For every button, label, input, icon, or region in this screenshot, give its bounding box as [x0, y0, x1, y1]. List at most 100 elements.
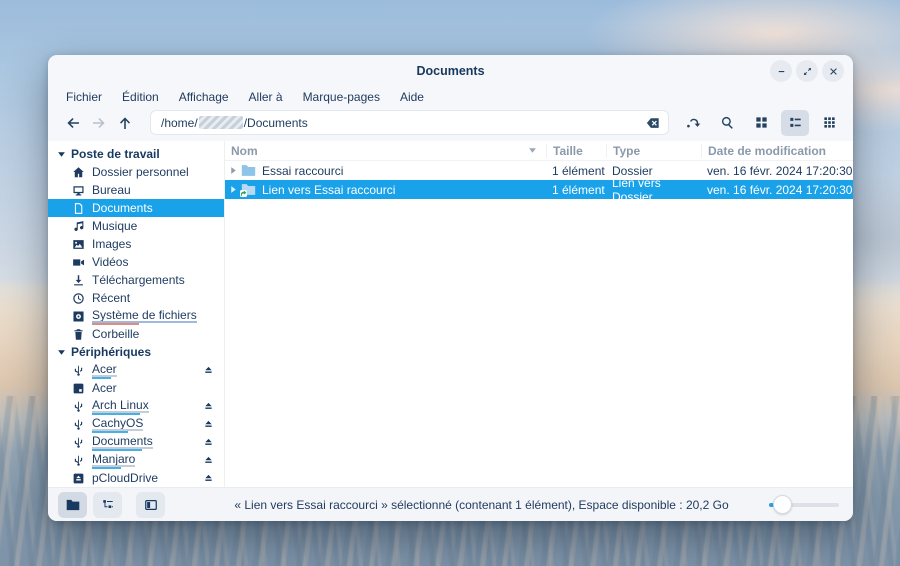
column-header-date[interactable]: Date de modification: [701, 144, 853, 158]
directory-tree-button[interactable]: [93, 492, 122, 518]
goto-icon[interactable]: [679, 110, 707, 136]
menu-marquepages[interactable]: Marque-pages: [294, 88, 389, 106]
column-header-type[interactable]: Type: [606, 144, 701, 158]
sidebar-item-bureau[interactable]: Bureau: [48, 181, 224, 199]
file-manager-window: Documents FichierÉditionAffichageAller à…: [48, 55, 853, 521]
sidebar-item-images[interactable]: Images: [48, 235, 224, 253]
eject-icon[interactable]: [203, 365, 214, 376]
titlebar[interactable]: Documents: [48, 55, 853, 86]
column-header-name[interactable]: Nom: [225, 144, 546, 158]
sidebar-item-documents[interactable]: Documents: [48, 199, 224, 217]
zoom-slider[interactable]: [769, 495, 839, 515]
sidebar-item-label: Bureau: [92, 184, 131, 196]
up-arrow-icon[interactable]: [112, 111, 138, 135]
redacted-username: [199, 116, 243, 129]
eject-icon[interactable]: [203, 419, 214, 430]
file-date: ven. 16 févr. 2024 17:20:30: [701, 183, 853, 197]
forward-arrow-icon[interactable]: [86, 111, 112, 135]
sidebar-item-label: Téléchargements: [92, 274, 185, 286]
menu-affichage[interactable]: Affichage: [170, 88, 238, 106]
menu-fichier[interactable]: Fichier: [57, 88, 111, 106]
folder-icon: [241, 164, 256, 177]
sidebar-item-systeme-de-fichiers[interactable]: Système de fichiers: [48, 307, 224, 325]
sidebar-section-label: Périphériques: [71, 345, 151, 359]
minimize-button[interactable]: [770, 60, 792, 82]
clear-path-button[interactable]: [645, 116, 661, 130]
sidebar-item-arch-linux[interactable]: Arch Linux: [48, 397, 224, 415]
usb-icon: [72, 436, 85, 449]
sidebar-item-videos[interactable]: Vidéos: [48, 253, 224, 271]
sidebar-item-corbeille[interactable]: Corbeille: [48, 325, 224, 343]
file-row[interactable]: Lien vers Essai raccourci1 élémentLien v…: [225, 180, 853, 199]
expander-icon[interactable]: [225, 166, 241, 175]
sidebar-item-acer[interactable]: Acer: [48, 361, 224, 379]
eject-icon[interactable]: [203, 473, 214, 484]
sort-descending-icon: [528, 146, 537, 155]
sidebar-item-telechargements[interactable]: Téléchargements: [48, 271, 224, 289]
disk-usage-bar: [92, 447, 153, 449]
sidebar-item-recent[interactable]: Récent: [48, 289, 224, 307]
sidebar-item-acer[interactable]: Acer: [48, 379, 224, 397]
sidebar-section-header[interactable]: Poste de travail: [48, 145, 224, 163]
maximize-button[interactable]: [796, 60, 818, 82]
usb-icon: [72, 418, 85, 431]
column-header-size[interactable]: Taille: [546, 144, 606, 158]
eject-icon[interactable]: [203, 455, 214, 466]
file-size: 1 élément: [546, 183, 606, 197]
side-pane-toggle-button[interactable]: [136, 492, 165, 518]
file-row[interactable]: Essai raccourci1 élémentDossierven. 16 f…: [225, 161, 853, 180]
zoom-slider-handle[interactable]: [773, 495, 792, 514]
column-headers: Nom Taille Type Date de modification: [225, 141, 853, 161]
menu-aller-a[interactable]: Aller à: [240, 88, 292, 106]
eject-icon[interactable]: [203, 437, 214, 448]
sidebar-item-label: Acer: [92, 363, 117, 375]
collapse-arrow-icon: [57, 150, 66, 159]
file-list-pane: Nom Taille Type Date de modification Ess…: [225, 141, 853, 487]
file-name: Lien vers Essai raccourci: [262, 183, 395, 197]
usb-icon: [72, 454, 85, 467]
sidebar-item-label: Dossier personnel: [92, 166, 189, 178]
places-pane-button[interactable]: [58, 492, 87, 518]
download-icon: [72, 274, 85, 287]
collapse-arrow-icon: [57, 348, 66, 357]
sidebar-item-label: Documents: [92, 435, 153, 447]
sidebar-item-dossier-personnel[interactable]: Dossier personnel: [48, 163, 224, 181]
drive-eject-icon: [72, 472, 85, 485]
status-text: « Lien vers Essai raccourci » sélectionn…: [230, 498, 733, 512]
window-controls: [770, 60, 844, 82]
menu-aide[interactable]: Aide: [391, 88, 433, 106]
window-title: Documents: [416, 64, 484, 78]
path-before: /home/: [161, 116, 198, 130]
sidebar-item-label: Musique: [92, 220, 137, 232]
path-bar[interactable]: /home/ /Documents: [150, 110, 669, 135]
list-view-icon[interactable]: [781, 110, 809, 136]
sidebar-item-label: Vidéos: [92, 256, 128, 268]
sidebar-item-label: Système de fichiers: [92, 309, 197, 321]
back-arrow-icon[interactable]: [60, 111, 86, 135]
sidebar-item-documents[interactable]: Documents: [48, 433, 224, 451]
clock-icon: [72, 292, 85, 305]
disk-usage-bar: [92, 321, 197, 323]
sidebar-section-header[interactable]: Périphériques: [48, 343, 224, 361]
search-icon[interactable]: [713, 110, 741, 136]
icon-view-icon[interactable]: [747, 110, 775, 136]
filesystem-icon: [72, 310, 85, 323]
sidebar-item-cachyos[interactable]: CachyOS: [48, 415, 224, 433]
trash-icon: [72, 328, 85, 341]
sidebar-item-manjaro[interactable]: Manjaro: [48, 451, 224, 469]
sidebar-item-musique[interactable]: Musique: [48, 217, 224, 235]
sidebar-item-label: pCloudDrive: [92, 472, 158, 484]
sidebar-item-label: Acer: [92, 382, 117, 394]
drive-icon: [72, 382, 85, 395]
path-after: /Documents: [244, 116, 308, 130]
sidebar-item-label: Images: [92, 238, 131, 250]
eject-icon[interactable]: [203, 401, 214, 412]
sidebar-item-pclouddrive[interactable]: pCloudDrive: [48, 469, 224, 487]
menu-edition[interactable]: Édition: [113, 88, 168, 106]
compact-view-icon[interactable]: [815, 110, 843, 136]
expander-icon[interactable]: [225, 185, 241, 194]
file-type: Lien vers Dossier: [606, 176, 701, 204]
home-icon: [72, 166, 85, 179]
music-icon: [72, 220, 85, 233]
close-button[interactable]: [822, 60, 844, 82]
